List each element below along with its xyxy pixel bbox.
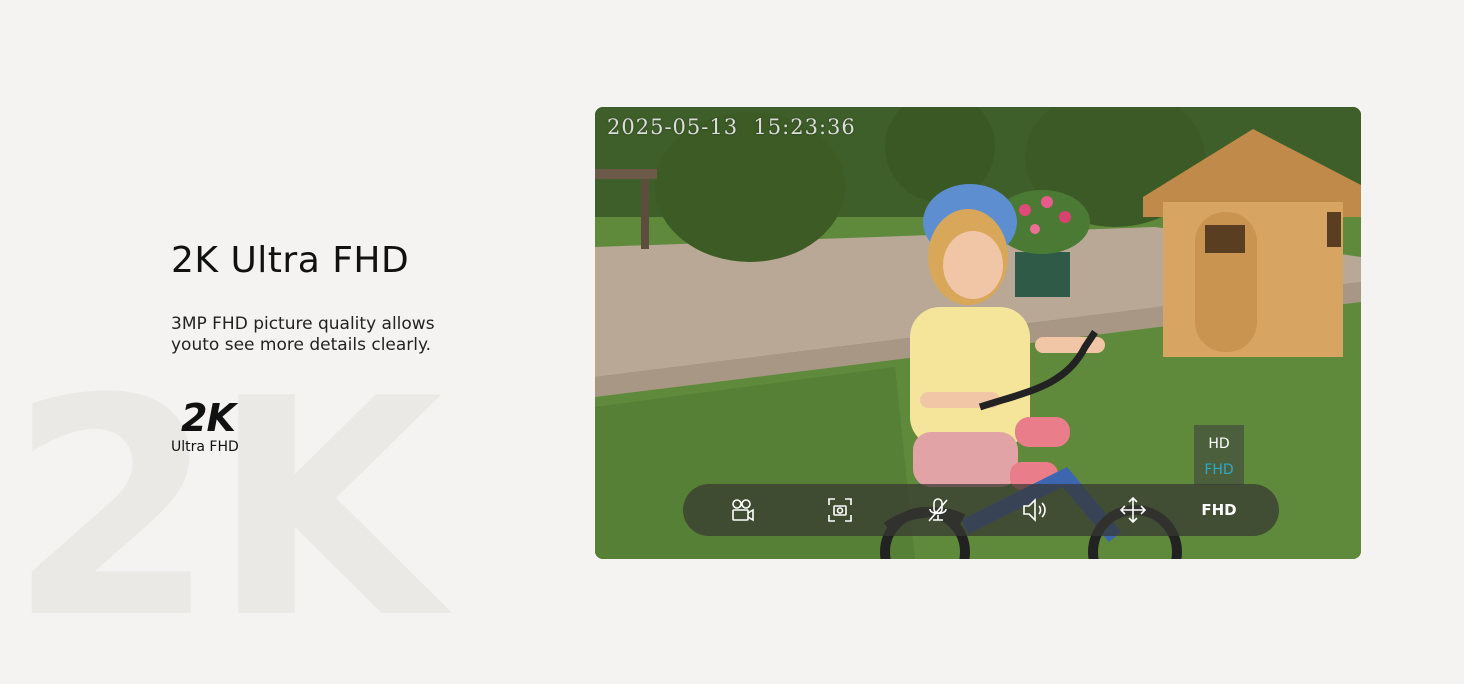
- page-heading: 2K Ultra FHD: [171, 240, 410, 281]
- quality-option-hd[interactable]: HD: [1208, 433, 1229, 459]
- description-line-1: 3MP FHD picture quality allows: [171, 314, 435, 334]
- pan-tilt-button[interactable]: [1117, 494, 1149, 526]
- screenshot-button[interactable]: [824, 494, 856, 526]
- resolution-badge-caption: Ultra FHD: [171, 439, 239, 455]
- video-timestamp: 2025-05-13 15:23:36: [607, 115, 856, 139]
- resolution-badge: 2K: [181, 396, 236, 440]
- quality-toggle-button[interactable]: FHD: [1199, 494, 1239, 526]
- video-record-icon: [732, 499, 754, 522]
- microphone-muted-icon: [928, 498, 948, 522]
- playback-control-bar: FHD: [683, 484, 1279, 536]
- speaker-toggle-button[interactable]: [1018, 494, 1050, 526]
- move-arrows-icon: [1119, 496, 1147, 524]
- speaker-icon: [1023, 498, 1046, 522]
- description-line-2: youto see more details clearly.: [171, 335, 432, 355]
- feature-description: 3MP FHD picture quality allows youto see…: [171, 314, 471, 356]
- quality-option-fhd[interactable]: FHD: [1204, 459, 1233, 485]
- camera-live-view: 2025-05-13 15:23:36 HD FHD FHD: [595, 107, 1361, 559]
- microphone-toggle-button[interactable]: [922, 494, 954, 526]
- screenshot-icon: [828, 498, 852, 522]
- record-video-button[interactable]: [726, 494, 758, 526]
- quality-menu: HD FHD: [1194, 425, 1244, 485]
